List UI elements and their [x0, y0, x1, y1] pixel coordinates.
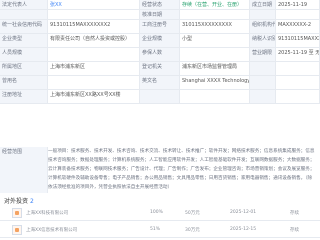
field-value-7-3 — [180, 90, 250, 104]
field-label-6-0: 曾用名 — [0, 76, 48, 90]
field-value-4-5: 2025-11-19 至 无固定期限 — [276, 48, 320, 62]
investment-section-title: 对外投资 2 — [4, 196, 34, 205]
field-label-4-2: 参保人数 — [140, 48, 180, 62]
field-label-3-2: 企业规模 — [140, 34, 180, 48]
field-label-6-2: 英文名 — [140, 76, 180, 90]
field-value-2-5: MAXXXXXX-2 — [276, 20, 320, 34]
investment-date: 2025-12-15 — [230, 227, 257, 232]
field-label-2-2: 工商注册号 — [140, 20, 180, 34]
field-value-5-5 — [276, 62, 320, 76]
field-value-3-3: 小型 — [180, 34, 250, 48]
field-label-5-4 — [250, 62, 276, 76]
field-label-1-4 — [250, 10, 276, 20]
field-label-3-0: 企业类型 — [0, 34, 48, 48]
investment-row[interactable]: 上海XX科技有限公司 100% 50万元 2025-12-01 存续 — [0, 206, 320, 221]
field-value-5-1: 上海市浦东新区 — [48, 62, 140, 76]
investment-count: 2 — [29, 198, 34, 205]
field-label-1-2: 核准日期 — [140, 10, 180, 20]
field-label-3-4: 纳税人识别号 — [250, 34, 276, 48]
company-logo-icon — [12, 208, 22, 218]
investment-amount: 50万元 — [185, 211, 200, 216]
business-scope-label: 经营范围 — [0, 147, 48, 193]
field-value-2-3: 310115XXXXXXXXX — [180, 20, 250, 34]
field-label-0-4: 成立日期 — [250, 0, 276, 10]
field-label-0-2: 经营状态 — [140, 0, 180, 10]
field-label-0-0: 法定代表人 — [0, 0, 48, 10]
investment-status: 存续 — [290, 211, 299, 216]
field-value-0-1: 张XX — [48, 0, 140, 10]
field-value-1-3 — [180, 10, 250, 20]
investment-ratio: 100% — [150, 210, 163, 215]
field-label-4-0: 人员规模 — [0, 48, 48, 62]
field-value-3-1: 有限责任公司（自然人投资或控股） — [48, 34, 140, 48]
field-label-7-0: 注册地址 — [0, 90, 48, 104]
field-value-6-1 — [48, 76, 140, 90]
field-value-4-3 — [180, 48, 250, 62]
field-value-7-5 — [276, 90, 320, 104]
field-value-5-3: 浦东新区市场监督管理局 — [180, 62, 250, 76]
field-label-7-2 — [140, 90, 180, 104]
field-value-0-5: 2025-11-19 — [276, 0, 320, 10]
field-value-1-5 — [276, 10, 320, 20]
investment-amount: 30万元 — [185, 228, 200, 233]
investment-title: 对外投资 — [4, 198, 29, 205]
field-value-3-5: 91310115MAXXXXXXX2 — [276, 34, 320, 48]
field-label-4-4: 营业期限 — [250, 48, 276, 62]
investment-status: 存续 — [290, 228, 299, 233]
field-label-2-4: 组织机构代码 — [250, 20, 276, 34]
field-label-2-0: 统一社会信用代码 — [0, 20, 48, 34]
investment-name[interactable]: 上海XX信息技术有限公司 — [26, 227, 77, 233]
investment-ratio: 51% — [150, 227, 161, 232]
field-value-0-3: 存续（在营、开业、在册） — [180, 0, 250, 10]
investment-name[interactable]: 上海XX科技有限公司 — [26, 210, 68, 216]
field-value-4-1 — [48, 48, 140, 62]
company-logo-icon — [12, 225, 22, 235]
business-scope-text: 一般项目：技术服务、技术开发、技术咨询、技术交流、技术转让、技术推广；软件开发；… — [48, 149, 315, 190]
field-label-7-4 — [250, 90, 276, 104]
field-label-5-0: 所属地区 — [0, 62, 48, 76]
field-value-1-1 — [48, 10, 140, 20]
field-value-2-1: 91310115MAXXXXXXX2 — [48, 20, 140, 34]
field-value-6-3: Shanghai XXXX Technology Co., Ltd. — [180, 76, 250, 90]
field-label-1-0 — [0, 10, 48, 20]
investment-row[interactable]: 上海XX信息技术有限公司 51% 30万元 2025-12-15 存续 — [0, 223, 320, 238]
field-value-6-5 — [276, 76, 320, 90]
field-label-5-2: 登记机关 — [140, 62, 180, 76]
business-scope: 一般项目：技术服务、技术开发、技术咨询、技术交流、技术转让、技术推广；软件开发；… — [48, 147, 316, 192]
field-label-6-4 — [250, 76, 276, 90]
investment-date: 2025-12-01 — [230, 210, 257, 215]
field-value-7-1: 上海市浦东新区XX路XX号XX楼 — [48, 90, 140, 104]
